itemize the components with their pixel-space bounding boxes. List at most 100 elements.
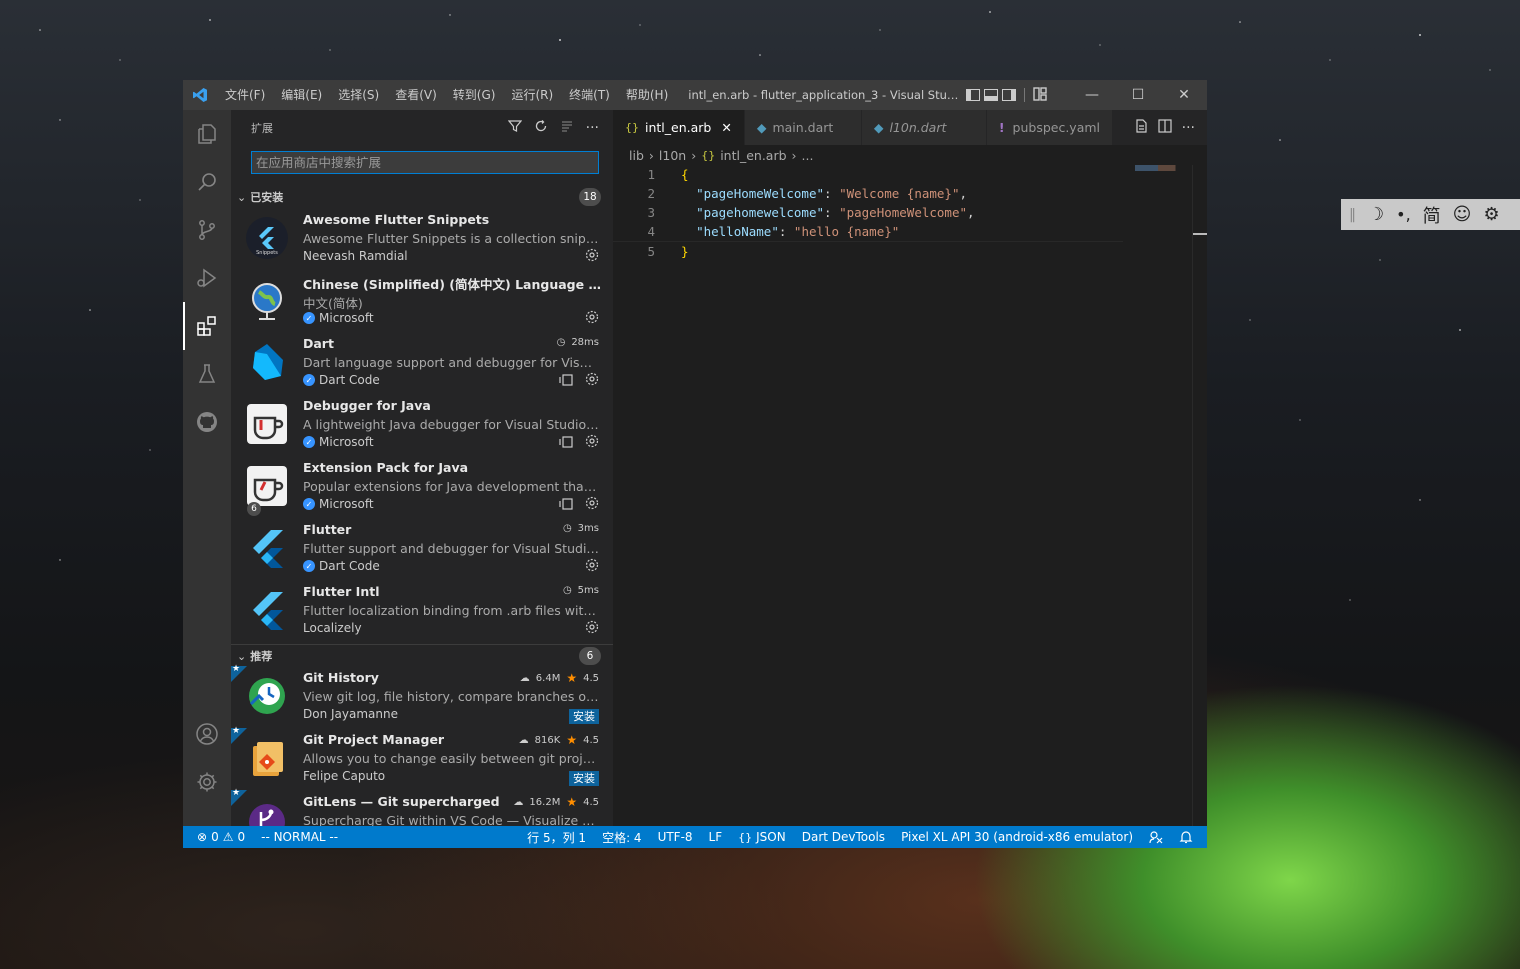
download-cloud-icon: ☁ [519,672,530,684]
tab-l10n-dart[interactable]: ◆ l10n.dart [861,110,987,145]
cursor-position[interactable]: 行 5，列 1 [519,826,594,848]
menu-edit[interactable]: 编辑(E) [273,80,330,110]
layout-separator [1024,88,1026,102]
sidebar-header: 扩展 ··· [231,110,613,145]
code-line: 3 "pagehomewelcome": "pageHomeWelcome", [613,203,1207,222]
manage-gear-icon[interactable] [585,372,599,389]
breadcrumb-l10n[interactable]: l10n [659,148,686,163]
refresh-icon[interactable] [534,119,548,136]
menu-view[interactable]: 查看(V) [387,80,445,110]
close-button[interactable]: ✕ [1161,80,1207,110]
activation-time: ◷ 5ms [562,585,599,596]
minimize-button[interactable]: — [1069,80,1115,110]
extension-item-java-pack[interactable]: 6 Extension Pack for Java Popular extens… [231,456,613,518]
tab-pubspec-yaml[interactable]: ! pubspec.yaml [986,110,1114,145]
extension-item-flutter-intl[interactable]: Flutter Intl ◷ 5ms Flutter localization b… [231,580,613,642]
accounts-icon[interactable] [183,710,231,758]
search-icon[interactable] [183,158,231,206]
error-icon: ⊗ [197,830,208,844]
workspace-extension-icon[interactable] [559,436,573,451]
moon-icon[interactable]: ☽ [1368,204,1384,225]
ime-toolbar: ‖ ☽ •, 简 ☺ ⚙ [1341,199,1520,230]
extension-item-debugger-for-java[interactable]: Debugger for Java A lightweight Java deb… [231,394,613,456]
workspace-extension-icon[interactable] [559,374,573,389]
manage-gear-icon[interactable] [585,620,599,637]
editor-scrollbar[interactable] [1192,165,1207,826]
customize-layout-icon[interactable] [1033,86,1047,104]
installed-section-header[interactable]: ⌄ 已安装 18 [231,186,613,208]
extension-description: 中文(简体) [303,296,363,311]
source-control-icon[interactable] [183,206,231,254]
install-button[interactable]: 安装 [569,771,599,786]
close-tab-icon[interactable]: ✕ [721,120,731,135]
dart-devtools[interactable]: Dart DevTools [794,826,893,848]
menu-file[interactable]: 文件(F) [217,80,273,110]
indentation[interactable]: 空格: 4 [594,826,650,848]
tab-intl-en-arb[interactable]: {} intl_en.arb ✕ [613,110,745,145]
testing-icon[interactable] [183,350,231,398]
menu-run[interactable]: 运行(R) [503,80,561,110]
install-button[interactable]: 安装 [569,709,599,724]
activation-time: ◷ 3ms [562,523,599,534]
extension-item-awesome-flutter-snippets[interactable]: Snippets Awesome Flutter Snippets Awesom… [231,208,613,270]
language-mode[interactable]: {} JSON [730,826,794,848]
star-icon: ★ [232,726,241,736]
filter-icon[interactable] [507,119,522,136]
breadcrumb-file[interactable]: intl_en.arb [720,148,786,163]
encoding[interactable]: UTF-8 [650,826,701,848]
extension-item-chinese-language-pack[interactable]: Chinese (Simplified) (简体中文) Language Pac… [231,270,613,332]
extension-item-dart[interactable]: Dart ◷ 28ms Dart language support and deb… [231,332,613,394]
explorer-icon[interactable] [183,110,231,158]
tab-main-dart[interactable]: ◆ main.dart [744,110,862,145]
extension-description: A lightweight Java debugger for Visual S… [303,417,599,432]
extension-item-git-project-manager[interactable]: ★ Git Project Manager ☁ 816K ★ 4.5 Allows y… [231,726,613,790]
extension-item-git-history[interactable]: ★ Git History ☁ 6.4M ★ 4.5 View git log, fi… [231,664,613,728]
toggle-panel-icon[interactable] [984,89,999,101]
extension-description: Flutter support and debugger for Visual … [303,541,599,556]
ime-mode-toggle[interactable]: 简 [1423,202,1441,228]
more-actions-icon[interactable]: ··· [1182,120,1195,136]
ime-settings-gear-icon[interactable]: ⚙ [1483,204,1499,225]
end-of-line[interactable]: LF [701,826,731,848]
star-icon: ★ [232,664,241,674]
manage-gear-icon[interactable] [585,496,599,513]
menu-bar: 文件(F) 编辑(E) 选择(S) 查看(V) 转到(G) 运行(R) 终端(T… [217,80,676,110]
workspace-extension-icon[interactable] [559,498,573,513]
feedback-icon[interactable] [1141,826,1171,848]
emoji-icon[interactable]: ☺ [1453,204,1472,225]
minimap[interactable] [1135,165,1193,171]
extension-search-input[interactable]: 在应用商店中搜索扩展 [251,151,599,174]
github-icon[interactable] [183,398,231,446]
clear-results-icon[interactable] [560,119,574,136]
manage-gear-icon[interactable] [585,248,599,265]
run-debug-icon[interactable] [183,254,231,302]
manage-gear-icon[interactable] [585,310,599,327]
code-editor[interactable]: 1 { 2 "pageHomeWelcome": "Welcome {name}… [613,165,1207,261]
extension-item-flutter[interactable]: Flutter ◷ 3ms Flutter support and debugge… [231,518,613,580]
extension-item-gitlens[interactable]: ★ GitLens — Git supercharged ☁ 16.2M ★ 4.5 … [231,788,613,826]
extension-name: Flutter [303,522,352,537]
open-preview-icon[interactable] [1134,119,1148,136]
punctuation-icon[interactable]: •, [1396,205,1411,224]
more-actions-icon[interactable]: ··· [586,120,599,136]
settings-gear-icon[interactable] [183,758,231,806]
maximize-button[interactable]: ☐ [1115,80,1161,110]
manage-gear-icon[interactable] [585,558,599,575]
notifications-bell-icon[interactable] [1171,826,1201,848]
menu-selection[interactable]: 选择(S) [330,80,387,110]
toggle-secondary-sidebar-icon[interactable] [1002,89,1017,101]
split-editor-icon[interactable] [1158,119,1172,136]
toggle-primary-sidebar-icon[interactable] [966,89,981,101]
json-value: "hello {name}" [793,224,900,239]
recommended-section-header[interactable]: ⌄ 推荐 6 [231,644,613,667]
manage-gear-icon[interactable] [585,434,599,451]
menu-help[interactable]: 帮助(H) [618,80,676,110]
menu-terminal[interactable]: 终端(T) [561,80,618,110]
drag-handle-icon[interactable]: ‖ [1349,207,1356,223]
problems-indicator[interactable]: ⊗ 0 ⚠ 0 [189,826,253,848]
device-selector[interactable]: Pixel XL API 30 (android-x86 emulator) [893,826,1141,848]
menu-go[interactable]: 转到(G) [445,80,504,110]
breadcrumb-symbol[interactable]: ... [802,148,814,163]
breadcrumb-lib[interactable]: lib [629,148,644,163]
extensions-icon[interactable] [183,302,231,350]
